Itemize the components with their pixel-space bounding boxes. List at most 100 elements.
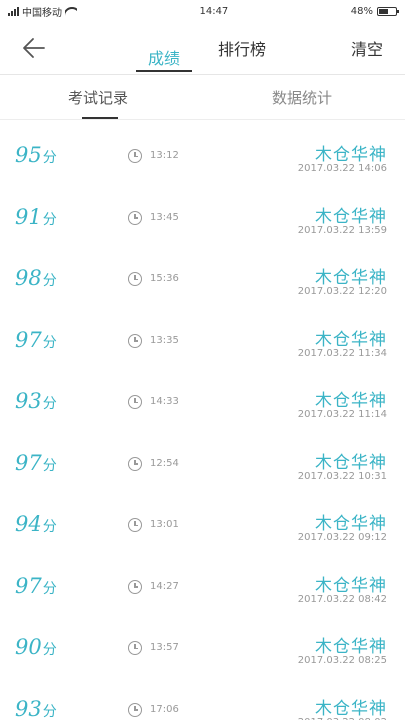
tab-rank[interactable]: 排行榜	[218, 36, 266, 60]
timestamp: 2017.03.22 08:25	[297, 655, 387, 666]
score-unit: 分	[42, 642, 57, 658]
timestamp: 2017.03.22 11:34	[297, 347, 387, 359]
timestamp: 2017.03.22 10:31	[297, 470, 387, 482]
record-row[interactable]: 97分 13:35 木仓华神 2017.03.22 11:34	[0, 305, 405, 367]
duration: 13:35	[150, 334, 179, 346]
duration: 14:33	[150, 396, 179, 407]
record-list: 95分 13:12 木仓华神 2017.03.22 14:06 91分 13:45 木仓华神…	[0, 120, 405, 720]
score-unit: 分	[42, 396, 57, 412]
score-unit: 分	[42, 150, 57, 166]
score-unit: 分	[42, 273, 57, 289]
clock-icon	[128, 641, 142, 655]
nav-bar: 成绩 排行榜 清空	[0, 22, 405, 74]
clock-time: 14:47	[199, 5, 229, 17]
score-value: 95	[15, 143, 42, 167]
battery-percent: 48%	[350, 5, 373, 17]
record-row[interactable]: 94分 13:01 木仓华神 2017.03.22 09:12	[0, 489, 405, 551]
duration: 14:27	[150, 580, 179, 592]
score: 97分	[15, 574, 57, 598]
back-button[interactable]	[20, 34, 48, 62]
clock-icon	[128, 579, 142, 594]
clear-button[interactable]: 清空	[351, 36, 383, 60]
record-row[interactable]: 90分 13:57 木仓华神 2017.03.22 08:25	[0, 612, 405, 674]
clock-icon	[128, 333, 142, 348]
timestamp: 2017.03.22 09:12	[297, 532, 387, 543]
score-value: 97	[15, 450, 42, 475]
timestamp: 2017.03.22 12:20	[297, 286, 387, 297]
record-row[interactable]: 91分 13:45 木仓华神 2017.03.22 13:59	[0, 182, 405, 244]
duration: 12:54	[150, 457, 179, 469]
record-row[interactable]: 93分 14:33 木仓华神 2017.03.22 11:14	[0, 366, 405, 428]
user-name: 木仓华神	[315, 145, 387, 165]
clock-icon	[128, 702, 142, 717]
timestamp: 2017.03.22 08:02	[298, 717, 387, 720]
score-unit: 分	[42, 519, 57, 535]
clock-icon	[128, 456, 142, 471]
carrier-label: 中国移动	[22, 7, 62, 19]
timestamp: 2017.03.22 08:42	[297, 593, 387, 605]
timestamp: 2017.03.22 14:06	[297, 163, 387, 174]
score: 97分	[15, 328, 57, 352]
score-value: 97	[15, 573, 42, 598]
score: 97分	[15, 451, 57, 475]
signal-icon	[8, 6, 19, 16]
score-unit: 分	[42, 703, 57, 720]
score: 95分	[15, 143, 57, 167]
status-right: 48%	[350, 5, 399, 17]
tab-score[interactable]: 成绩	[148, 45, 180, 69]
score: 93分	[15, 389, 57, 413]
duration: 13:57	[150, 642, 179, 653]
duration: 15:36	[150, 273, 179, 284]
score: 94分	[15, 512, 57, 536]
user-name: 木仓华神	[315, 575, 387, 596]
user-name: 木仓华神	[315, 452, 387, 473]
clock-icon	[128, 518, 142, 532]
back-arrow-icon	[23, 38, 45, 58]
battery-level	[379, 8, 388, 14]
clock-icon	[128, 210, 142, 225]
record-row[interactable]: 95分 13:12 木仓华神 2017.03.22 14:06	[0, 120, 405, 182]
score-unit: 分	[42, 334, 57, 351]
wifi-icon	[65, 7, 77, 16]
record-row[interactable]: 97分 12:54 木仓华神 2017.03.22 10:31	[0, 428, 405, 490]
user-name: 木仓华神	[315, 268, 387, 288]
score-value: 98	[15, 266, 42, 290]
tab-active-indicator	[136, 70, 192, 72]
status-bar: 中国移动 14:47 48%	[0, 0, 405, 22]
score-value: 93	[15, 696, 42, 720]
score: 90分	[15, 635, 57, 659]
score: 98分	[15, 266, 57, 290]
score-value: 91	[15, 204, 42, 229]
score-value: 97	[15, 327, 42, 352]
timestamp: 2017.03.22 11:14	[297, 409, 387, 420]
score: 93分	[15, 697, 57, 720]
tab-exam-records[interactable]: 考试记录	[68, 87, 128, 108]
user-name: 木仓华神	[315, 698, 387, 719]
record-row[interactable]: 93分 17:06 木仓华神2017.03.22 08:02	[0, 674, 405, 720]
clock-icon	[128, 272, 142, 286]
score-unit: 分	[42, 211, 57, 228]
sub-tabs: 考试记录 数据统计	[0, 75, 405, 119]
record-row[interactable]: 97分 14:27 木仓华神 2017.03.22 08:42	[0, 551, 405, 613]
user-name: 木仓华神	[315, 391, 387, 411]
status-left: 中国移动	[8, 4, 77, 19]
duration: 13:12	[150, 150, 179, 161]
user-name: 木仓华神	[315, 329, 387, 350]
duration: 13:01	[150, 519, 179, 530]
score-value: 94	[15, 512, 42, 536]
battery-icon	[377, 6, 399, 16]
score-unit: 分	[42, 580, 57, 597]
tab-data-stats[interactable]: 数据统计	[272, 87, 332, 108]
score-value: 93	[15, 389, 42, 413]
score-value: 90	[15, 635, 42, 659]
score-unit: 分	[42, 457, 57, 474]
user-name: 木仓华神	[315, 206, 387, 227]
user-name: 木仓华神	[315, 637, 387, 657]
record-row[interactable]: 98分 15:36 木仓华神 2017.03.22 12:20	[0, 243, 405, 305]
clock-icon	[128, 149, 142, 163]
score: 91分	[15, 205, 57, 229]
duration: 17:06	[150, 703, 179, 715]
user-name: 木仓华神	[315, 514, 387, 534]
timestamp: 2017.03.22 13:59	[297, 224, 387, 236]
clock-icon	[128, 395, 142, 409]
